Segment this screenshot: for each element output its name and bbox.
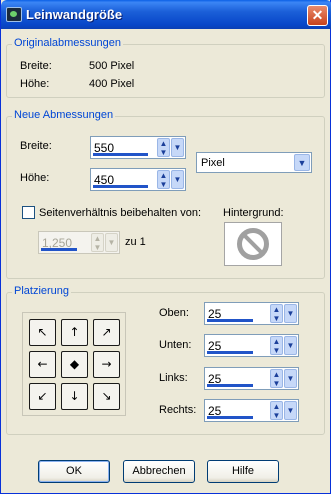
no-background-icon <box>237 228 269 260</box>
new-height-up-down-icon[interactable]: ▲ ▼ <box>157 170 170 189</box>
aspect-ratio-value-bar <box>41 248 77 251</box>
canvas-size-dialog: Leinwandgröße ✕ Originalabmessungen Brei… <box>0 0 331 494</box>
keep-aspect-label[interactable]: Seitenverhältnis beibehalten von: <box>39 207 201 219</box>
bottom-offset-value-bar <box>207 351 253 354</box>
top-offset-dropdown-icon[interactable]: ▼ <box>284 304 297 323</box>
new-width-arrows: ▲ ▼ ▼ <box>157 137 185 158</box>
background-swatch[interactable] <box>224 222 282 266</box>
bottom-offset-arrows: ▲ ▼ ▼ <box>270 335 298 356</box>
window-title: Leinwandgröße <box>26 7 123 22</box>
original-width-value: 500 Pixel <box>89 60 135 72</box>
aspect-ratio-input: 1,250 ▲ ▼ ▼ <box>38 231 120 254</box>
original-height-value: 400 Pixel <box>89 78 135 90</box>
original-dimensions-group: Originalabmessungen <box>6 37 325 98</box>
original-dimensions-title: Originalabmessungen <box>12 37 124 49</box>
aspect-ratio-up-down-icon: ▲ ▼ <box>91 233 104 252</box>
unit-select[interactable]: Pixel ▼ <box>196 152 312 173</box>
right-offset-value-bar <box>207 416 253 419</box>
left-offset-arrows: ▲ ▼ ▼ <box>270 368 298 389</box>
new-height-label: Höhe: <box>20 172 50 184</box>
help-button[interactable]: Hilfe <box>207 460 279 483</box>
anchor-bottom-button[interactable]: ↓ <box>61 383 88 410</box>
background-label: Hintergrund: <box>223 207 284 219</box>
right-offset-input[interactable]: 25 ▲ ▼ ▼ <box>204 399 299 422</box>
aspect-ratio-arrows: ▲ ▼ ▼ <box>91 232 119 253</box>
new-width-input[interactable]: 550 ▲ ▼ ▼ <box>90 136 186 159</box>
new-width-label: Breite: <box>20 140 52 152</box>
anchor-bottom-right-button[interactable]: ↘ <box>93 383 120 410</box>
new-height-arrows: ▲ ▼ ▼ <box>157 169 185 190</box>
unit-dropdown-icon[interactable]: ▼ <box>294 154 310 171</box>
right-offset-arrows: ▲ ▼ ▼ <box>270 400 298 421</box>
aspect-ratio-suffix: zu 1 <box>125 236 146 248</box>
anchor-top-left-button[interactable]: ↖ <box>29 319 56 346</box>
aspect-ratio-dropdown-icon: ▼ <box>105 233 118 252</box>
app-icon <box>6 7 22 22</box>
original-height-label: Höhe: <box>20 78 50 90</box>
new-height-value-bar <box>93 185 148 188</box>
bottom-offset-up-down-icon[interactable]: ▲ ▼ <box>270 336 283 355</box>
top-offset-input[interactable]: 25 ▲ ▼ ▼ <box>204 302 299 325</box>
anchor-center-button[interactable]: ◆ <box>61 351 88 378</box>
anchor-bottom-left-button[interactable]: ↙ <box>29 383 56 410</box>
new-dimensions-title: Neue Abmessungen <box>12 109 116 121</box>
anchor-right-button[interactable]: → <box>93 351 120 378</box>
left-offset-dropdown-icon[interactable]: ▼ <box>284 369 297 388</box>
bottom-offset-input[interactable]: 25 ▲ ▼ ▼ <box>204 334 299 357</box>
cancel-button[interactable]: Abbrechen <box>123 460 195 483</box>
new-width-up-down-icon[interactable]: ▲ ▼ <box>157 138 170 157</box>
bottom-offset-dropdown-icon[interactable]: ▼ <box>284 336 297 355</box>
placement-title: Platzierung <box>12 285 72 297</box>
top-offset-up-down-icon[interactable]: ▲ ▼ <box>270 304 283 323</box>
new-height-dropdown-icon[interactable]: ▼ <box>171 170 184 189</box>
title-bar[interactable]: Leinwandgröße ✕ <box>1 0 331 29</box>
new-height-input[interactable]: 450 ▲ ▼ ▼ <box>90 168 186 191</box>
ok-button[interactable]: OK <box>38 460 110 483</box>
left-offset-label: Links: <box>159 372 188 384</box>
anchor-top-button[interactable]: ↑ <box>61 319 88 346</box>
anchor-left-button[interactable]: ← <box>29 351 56 378</box>
left-offset-input[interactable]: 25 ▲ ▼ ▼ <box>204 367 299 390</box>
right-offset-label: Rechts: <box>159 404 197 416</box>
top-offset-label: Oben: <box>159 307 189 319</box>
original-width-label: Breite: <box>20 60 52 72</box>
right-offset-up-down-icon[interactable]: ▲ ▼ <box>270 401 283 420</box>
bottom-offset-label: Unten: <box>159 339 192 351</box>
new-width-dropdown-icon[interactable]: ▼ <box>171 138 184 157</box>
left-offset-up-down-icon[interactable]: ▲ ▼ <box>270 369 283 388</box>
top-offset-value-bar <box>207 319 253 322</box>
close-button[interactable]: ✕ <box>307 5 328 26</box>
top-offset-arrows: ▲ ▼ ▼ <box>270 303 298 324</box>
keep-aspect-checkbox[interactable] <box>22 206 35 219</box>
new-width-value-bar <box>93 153 148 156</box>
right-offset-dropdown-icon[interactable]: ▼ <box>284 401 297 420</box>
unit-select-value: Pixel <box>201 157 225 169</box>
anchor-top-right-button[interactable]: ↗ <box>93 319 120 346</box>
left-offset-value-bar <box>207 384 253 387</box>
